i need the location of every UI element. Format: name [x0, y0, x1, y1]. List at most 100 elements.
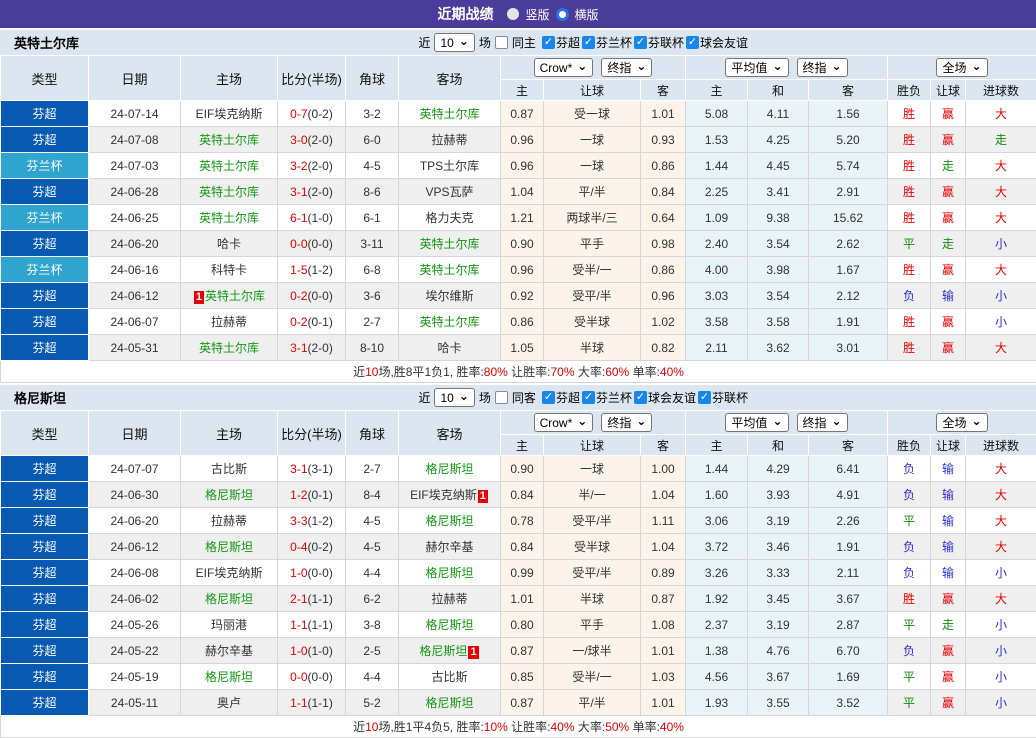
checkbox-checked-icon[interactable]: ✓ [634, 391, 647, 404]
checkbox-checked-icon[interactable]: ✓ [634, 36, 647, 49]
score-link[interactable]: 1-0 [290, 566, 307, 580]
bookmaker-select[interactable]: Crow*⌄ [534, 58, 594, 77]
home-team-link[interactable]: 格尼斯坦 [205, 592, 253, 606]
home-team-link[interactable]: 哈卡 [217, 237, 241, 251]
home-team-link[interactable]: 英特土尔库 [199, 133, 259, 147]
away-team-link[interactable]: 哈卡 [437, 341, 461, 355]
score-link[interactable]: 1-2 [290, 488, 307, 502]
home-team-link[interactable]: 拉赫蒂 [211, 315, 247, 329]
match-count-select[interactable]: 10⌄ [434, 388, 474, 407]
checkbox-checked-icon[interactable]: ✓ [698, 391, 711, 404]
checkbox-checked-icon[interactable]: ✓ [542, 391, 555, 404]
score-link[interactable]: 6-1 [290, 211, 307, 225]
away-team-link[interactable]: 英特土尔库 [419, 263, 479, 277]
average-select[interactable]: 平均值⌄ [725, 413, 788, 432]
score-link[interactable]: 3-3 [290, 514, 307, 528]
league-filter[interactable]: ✓芬超 [542, 34, 580, 51]
away-team-link[interactable]: 拉赫蒂 [431, 592, 467, 606]
scope-select[interactable]: 全场⌄ [936, 413, 987, 432]
home-team-link[interactable]: 拉赫蒂 [211, 514, 247, 528]
home-team-link[interactable]: 格尼斯坦 [205, 540, 253, 554]
score-link[interactable]: 1-1 [290, 696, 307, 710]
league-filter[interactable]: ✓球会友谊 [686, 34, 748, 51]
final-odds-select[interactable]: 终指⌄ [797, 58, 848, 77]
away-team-link[interactable]: 拉赫蒂 [431, 133, 467, 147]
checkbox-checked-icon[interactable]: ✓ [582, 391, 595, 404]
score-link[interactable]: 3-0 [290, 133, 307, 147]
home-team-link[interactable]: 科特卡 [211, 263, 247, 277]
radio-vertical[interactable] [507, 8, 519, 20]
home-team-link[interactable]: 古比斯 [211, 462, 247, 476]
league-filter[interactable]: ✓芬联杯 [634, 34, 684, 51]
same-venue-checkbox[interactable] [495, 391, 508, 404]
home-team-link[interactable]: 英特土尔库 [199, 185, 259, 199]
final-odds-select[interactable]: 终指⌄ [601, 413, 652, 432]
league-filter[interactable]: ✓芬联杯 [698, 389, 748, 406]
away-team-link[interactable]: 格尼斯坦 [425, 514, 473, 528]
same-venue-checkbox[interactable] [495, 36, 508, 49]
bookmaker-select[interactable]: Crow*⌄ [534, 413, 594, 432]
team-name[interactable]: 英特土尔库 [14, 33, 79, 52]
score-link[interactable]: 1-1 [290, 618, 307, 632]
home-team-link[interactable]: 格尼斯坦 [205, 488, 253, 502]
score-link[interactable]: 1-5 [290, 263, 307, 277]
home-team-link[interactable]: EIF埃克纳斯 [196, 566, 263, 580]
away-team-link[interactable]: 格尼斯坦 [425, 566, 473, 580]
home-team-link[interactable]: 格尼斯坦 [205, 670, 253, 684]
league-filter[interactable]: ✓芬兰杯 [582, 34, 632, 51]
away-team-link[interactable]: 格尼斯坦 [419, 644, 467, 658]
away-team-link[interactable]: 埃尔维斯 [425, 289, 473, 303]
score-link[interactable]: 0-4 [290, 540, 307, 554]
score-link[interactable]: 0-0 [290, 670, 307, 684]
score-link[interactable]: 2-1 [290, 592, 307, 606]
odds-handicap-cell: 平/半 [544, 179, 641, 205]
away-team-link[interactable]: 英特土尔库 [419, 107, 479, 121]
away-team-link[interactable]: 赫尔辛基 [425, 540, 473, 554]
home-team-link[interactable]: 英特土尔库 [199, 211, 259, 225]
away-team-link[interactable]: EIF埃克纳斯 [410, 488, 477, 502]
away-team-link[interactable]: VPS瓦萨 [425, 185, 473, 199]
score-link[interactable]: 3-2 [290, 159, 307, 173]
average-select[interactable]: 平均值⌄ [725, 58, 788, 77]
score-link[interactable]: 0-2 [290, 289, 307, 303]
away-team-link[interactable]: 古比斯 [431, 670, 467, 684]
team-name[interactable]: 格尼斯坦 [14, 388, 66, 407]
score-link[interactable]: 3-1 [290, 185, 307, 199]
away-team-link[interactable]: 格尼斯坦 [425, 618, 473, 632]
away-team-link[interactable]: 格尼斯坦 [425, 696, 473, 710]
match-count-select[interactable]: 10⌄ [434, 33, 474, 52]
radio-horizontal-label[interactable]: 横版 [575, 6, 599, 23]
away-team-link[interactable]: 英特土尔库 [419, 315, 479, 329]
league-filter[interactable]: ✓芬兰杯 [582, 389, 632, 406]
league-filter[interactable]: ✓芬超 [542, 389, 580, 406]
away-team-link[interactable]: 格力夫克 [425, 211, 473, 225]
away-team-link[interactable]: 英特土尔库 [419, 237, 479, 251]
home-team-link[interactable]: 赫尔辛基 [205, 644, 253, 658]
checkbox-checked-icon[interactable]: ✓ [542, 36, 555, 49]
final-odds-select[interactable]: 终指⌄ [601, 58, 652, 77]
away-team-link[interactable]: 格尼斯坦 [425, 462, 473, 476]
away-team-cell: 赫尔辛基 [399, 534, 501, 560]
score-link[interactable]: 1-0 [290, 644, 307, 658]
score-link[interactable]: 0-7 [290, 107, 307, 121]
radio-vertical-label[interactable]: 竖版 [525, 6, 549, 23]
half-score: (0-1) [308, 315, 333, 329]
away-team-link[interactable]: TPS土尔库 [420, 159, 479, 173]
avg-draw-cell: 3.93 [748, 482, 809, 508]
home-team-link[interactable]: 英特土尔库 [199, 341, 259, 355]
score-link[interactable]: 0-2 [290, 315, 307, 329]
radio-horizontal[interactable] [556, 8, 569, 21]
score-link[interactable]: 3-1 [290, 462, 307, 476]
checkbox-checked-icon[interactable]: ✓ [582, 36, 595, 49]
score-link[interactable]: 0-0 [290, 237, 307, 251]
checkbox-checked-icon[interactable]: ✓ [686, 36, 699, 49]
score-link[interactable]: 3-1 [290, 341, 307, 355]
home-team-link[interactable]: 玛丽港 [211, 618, 247, 632]
final-odds-select[interactable]: 终指⌄ [797, 413, 848, 432]
home-team-link[interactable]: 英特土尔库 [205, 289, 265, 303]
home-team-link[interactable]: EIF埃克纳斯 [196, 107, 263, 121]
league-filter[interactable]: ✓球会友谊 [634, 389, 696, 406]
home-team-link[interactable]: 英特土尔库 [199, 159, 259, 173]
home-team-link[interactable]: 奥卢 [217, 696, 241, 710]
scope-select[interactable]: 全场⌄ [936, 58, 987, 77]
